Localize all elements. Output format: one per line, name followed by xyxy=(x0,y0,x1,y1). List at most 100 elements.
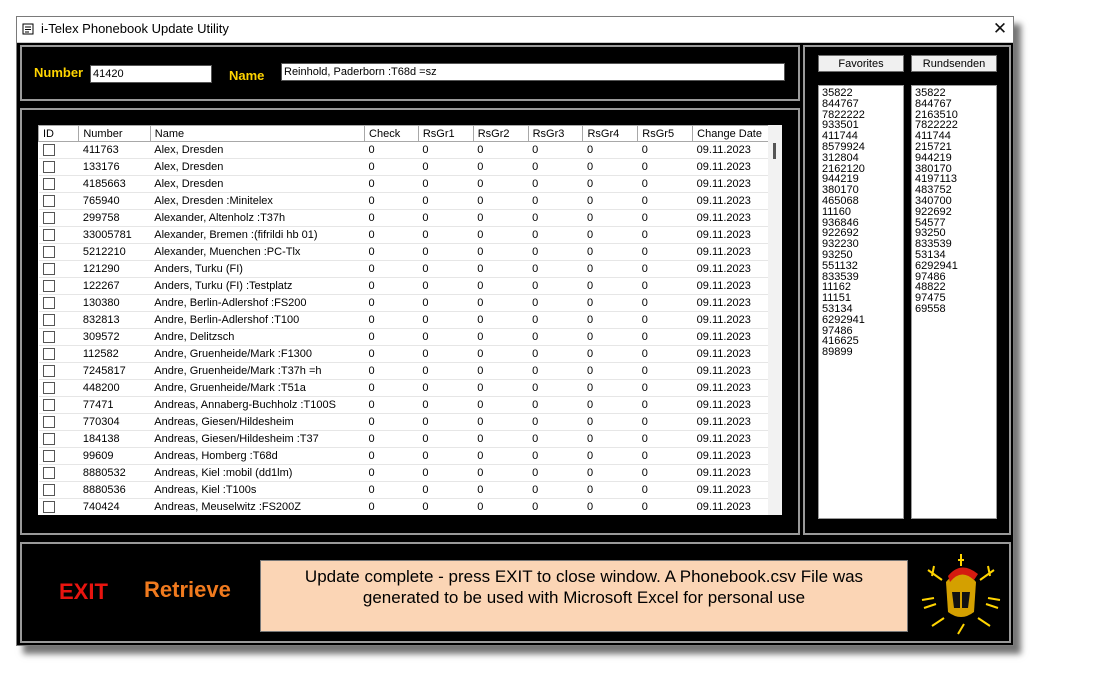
row-checkbox-cell xyxy=(38,498,79,515)
favorites-button[interactable]: Favorites xyxy=(818,55,904,72)
row-checkbox[interactable] xyxy=(42,297,55,310)
column-header-rsgr2[interactable]: RsGr2 xyxy=(472,125,529,142)
cell-rs1: 0 xyxy=(418,260,474,278)
row-checkbox[interactable] xyxy=(42,178,55,191)
cell-date: 09.11.2023 xyxy=(692,141,776,159)
number-field[interactable] xyxy=(90,65,212,83)
favorites-item[interactable]: 6292941 xyxy=(822,314,900,326)
row-checkbox-cell xyxy=(38,379,79,397)
table-row[interactable]: 309572 Andre, Delitzsch 0 0 0 0 0 0 09.11.2023 xyxy=(38,328,776,346)
rundsenden-item[interactable]: 944219 xyxy=(915,152,993,164)
rundsenden-item[interactable]: 6292941 xyxy=(915,260,993,272)
cell-date: 09.11.2023 xyxy=(692,481,776,499)
row-checkbox[interactable] xyxy=(42,195,55,208)
table-row[interactable]: 99609 Andreas, Homberg :T68d 0 0 0 0 0 0 09.11.2… xyxy=(38,447,776,465)
column-header-name[interactable]: Name xyxy=(149,125,366,142)
favorites-item[interactable]: 551132 xyxy=(822,260,900,272)
table-row[interactable]: 448200 Andre, Gruenheide/Mark :T51a 0 0 0 0 0 0… xyxy=(38,379,776,397)
table-row[interactable]: 832813 Andre, Berlin-Adlershof :T100 0 0 0 0 0… xyxy=(38,311,776,329)
column-header-rsgr1[interactable]: RsGr1 xyxy=(417,125,474,142)
row-checkbox[interactable] xyxy=(42,331,55,344)
table-row[interactable]: 8880532 Andreas, Kiel :mobil (dd1lm) 0 0 0 0 0… xyxy=(38,464,776,482)
cell-name: Andre, Delitzsch xyxy=(150,328,365,346)
row-checkbox-cell xyxy=(38,481,79,499)
phonebook-table[interactable]: ID Number Name Check RsGr1 RsGr2 RsGr3 RsGr4 RsG… xyxy=(38,125,782,515)
row-checkbox[interactable] xyxy=(42,399,55,412)
retrieve-button[interactable]: Retrieve xyxy=(144,577,231,603)
column-header-rsgr4[interactable]: RsGr4 xyxy=(582,125,639,142)
row-checkbox[interactable] xyxy=(42,161,55,174)
favorites-item[interactable]: 89899 xyxy=(822,347,900,358)
row-checkbox[interactable] xyxy=(42,314,55,327)
title-bar[interactable]: i-Telex Phonebook Update Utility ✕ xyxy=(17,17,1013,43)
favorites-item[interactable]: 11160 xyxy=(822,206,900,218)
cell-rs3: 0 xyxy=(528,158,583,176)
row-checkbox[interactable] xyxy=(42,501,55,514)
table-row[interactable]: 770304 Andreas, Giesen/Hildesheim 0 0 0 0 0 0 09… xyxy=(38,413,776,431)
row-checkbox[interactable] xyxy=(42,450,55,463)
row-checkbox[interactable] xyxy=(42,212,55,225)
column-header-change-date[interactable]: Change Date xyxy=(692,125,776,142)
row-checkbox[interactable] xyxy=(42,246,55,259)
row-checkbox[interactable] xyxy=(42,416,55,429)
cell-rs3: 0 xyxy=(528,328,583,346)
table-row[interactable]: 765940 Alex, Dresden :Minitelex 0 0 0 0 0 0 09.1… xyxy=(38,192,776,210)
row-checkbox[interactable] xyxy=(42,348,55,361)
cell-date: 09.11.2023 xyxy=(692,294,776,312)
table-row[interactable]: 112582 Andre, Gruenheide/Mark :F1300 0 0 0 0 0… xyxy=(38,345,776,363)
favorites-item[interactable]: 312804 xyxy=(822,152,900,164)
rundsenden-button[interactable]: Rundsenden xyxy=(911,55,997,72)
table-row[interactable]: 184138 Andreas, Giesen/Hildesheim :T37 0 0 0… xyxy=(38,430,776,448)
table-row[interactable]: 130380 Andre, Berlin-Adlershof :FS200 0 0 0 0… xyxy=(38,294,776,312)
row-checkbox[interactable] xyxy=(42,382,55,395)
table-row[interactable]: 77471 Andreas, Annaberg-Buchholz :T100S 0 0… xyxy=(38,396,776,414)
table-row[interactable]: 5212210 Alexander, Muenchen :PC-Tlx 0 0 0 0 0 0… xyxy=(38,243,776,261)
favorites-list[interactable]: 35822 844767 7822222 933501 411744 8579924 312… xyxy=(818,85,904,519)
table-row[interactable]: 121290 Anders, Turku (FI) 0 0 0 0 0 0 09.11.2023 xyxy=(38,260,776,278)
close-button[interactable]: ✕ xyxy=(987,17,1013,42)
row-checkbox[interactable] xyxy=(42,467,55,480)
cell-name: Alexander, Bremen :(fifrildi hb 01) xyxy=(150,226,365,244)
cell-rs2: 0 xyxy=(473,175,529,193)
row-checkbox[interactable] xyxy=(42,144,55,157)
rundsenden-item[interactable]: 844767 xyxy=(915,98,993,110)
row-checkbox[interactable] xyxy=(42,433,55,446)
table-row[interactable]: 299758 Alexander, Altenholz :T37h 0 0 0 0 0 0 09… xyxy=(38,209,776,227)
rundsenden-item[interactable]: 69558 xyxy=(915,304,993,315)
cell-number: 411763 xyxy=(78,141,151,159)
name-field[interactable] xyxy=(281,63,785,81)
row-checkbox[interactable] xyxy=(42,484,55,497)
row-checkbox[interactable] xyxy=(42,365,55,378)
exit-button[interactable]: EXIT xyxy=(59,579,108,605)
cell-rs2: 0 xyxy=(473,447,529,465)
cell-rs2: 0 xyxy=(473,345,529,363)
column-header-id[interactable]: ID xyxy=(38,125,80,142)
search-panel: Number Name xyxy=(20,45,800,101)
vertical-scrollbar[interactable] xyxy=(768,125,782,515)
cell-rs4: 0 xyxy=(582,345,638,363)
table-row[interactable]: 8880536 Andreas, Kiel :T100s 0 0 0 0 0 0 09.11.2… xyxy=(38,481,776,499)
table-row[interactable]: 133176 Alex, Dresden 0 0 0 0 0 0 09.11.2023 xyxy=(38,158,776,176)
cell-name: Andre, Gruenheide/Mark :F1300 xyxy=(150,345,365,363)
table-row[interactable]: 4185663 Alex, Dresden 0 0 0 0 0 0 09.11.2023 xyxy=(38,175,776,193)
table-row[interactable]: 33005781 Alexander, Bremen :(fifrildi hb … xyxy=(38,226,776,244)
scrollbar-thumb[interactable] xyxy=(773,143,776,159)
rundsenden-item[interactable]: 922692 xyxy=(915,206,993,218)
cell-rs5: 0 xyxy=(637,311,693,329)
table-row[interactable]: 7245817 Andre, Gruenheide/Mark :T37h =h 0 0… xyxy=(38,362,776,380)
column-header-check[interactable]: Check xyxy=(364,125,419,142)
rundsenden-list[interactable]: 35822 844767 2163510 7822222 411744 215721 944… xyxy=(911,85,997,519)
cell-date: 09.11.2023 xyxy=(692,345,776,363)
table-row[interactable]: 122267 Anders, Turku (FI) :Testplatz 0 0 0 0 0… xyxy=(38,277,776,295)
favorites-item[interactable]: 844767 xyxy=(822,98,900,110)
row-checkbox[interactable] xyxy=(42,280,55,293)
row-checkbox[interactable] xyxy=(42,263,55,276)
column-header-rsgr5[interactable]: RsGr5 xyxy=(637,125,694,142)
row-checkbox-cell xyxy=(38,311,79,329)
column-header-number[interactable]: Number xyxy=(78,125,151,142)
table-row[interactable]: 411763 Alex, Dresden 0 0 0 0 0 0 09.11.2023 xyxy=(38,141,776,159)
column-header-rsgr3[interactable]: RsGr3 xyxy=(527,125,584,142)
cell-date: 09.11.2023 xyxy=(692,226,776,244)
row-checkbox[interactable] xyxy=(42,229,55,242)
table-row[interactable]: 740424 Andreas, Meuselwitz :FS200Z 0 0 0 0 0 0 0… xyxy=(38,498,776,515)
